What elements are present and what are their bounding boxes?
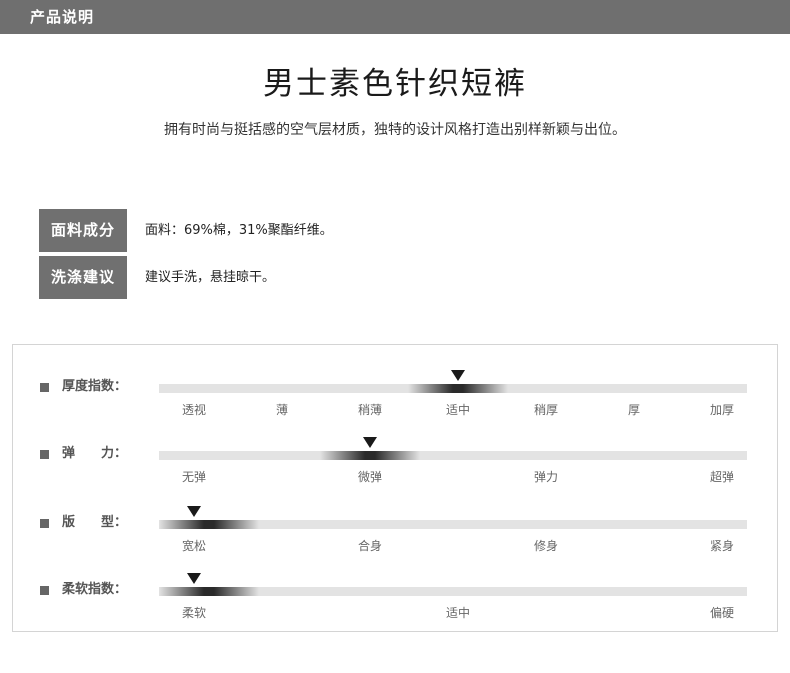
spec-label-fabric: 面料成分 [39, 209, 127, 252]
triangle-down-icon [451, 370, 465, 381]
scale-elasticity: 弹 力： 无弹 微弹 弹力 超弹 [13, 416, 779, 484]
scale-track-fit [159, 506, 747, 529]
scale-softness: 柔软指数： 柔软 适中 偏硬 [13, 552, 779, 620]
scale-tick-label: 柔软 [181, 606, 207, 620]
spec-label-washing: 洗涤建议 [39, 256, 127, 299]
scale-track-thickness [159, 370, 747, 393]
scale-level-marker [159, 587, 259, 596]
scale-level-marker [320, 451, 420, 460]
triangle-down-icon [363, 437, 377, 448]
section-header-title: 产品说明 [30, 8, 95, 26]
spec-value-washing: 建议手洗，悬挂晾干。 [145, 270, 276, 285]
product-title: 男士素色针织短裤 [263, 66, 527, 102]
scale-level-marker [408, 384, 508, 393]
scale-tick-label: 超弹 [709, 470, 735, 484]
scale-tick-label: 无弹 [181, 470, 207, 484]
scale-label-elasticity: 弹 力： [62, 446, 128, 461]
triangle-down-icon [187, 506, 201, 517]
scale-tick-label: 稍薄 [357, 403, 383, 417]
scale-tick-label: 紧身 [709, 539, 735, 553]
scale-thickness: 厚度指数： 透视 薄 稍薄 适中 稍厚 厚 加厚 [13, 349, 779, 417]
scale-tick-label: 偏硬 [709, 606, 735, 620]
scale-tick-label: 宽松 [181, 539, 207, 553]
spec-row-washing: 洗涤建议 建议手洗，悬挂晾干。 [39, 256, 759, 299]
spec-value-fabric: 面料：69%棉，31%聚酯纤维。 [145, 223, 333, 238]
scale-tick-label: 微弹 [357, 470, 383, 484]
scale-track-softness [159, 573, 747, 596]
scale-tick-label: 合身 [357, 539, 383, 553]
spec-row-fabric: 面料成分 面料：69%棉，31%聚酯纤维。 [39, 209, 759, 252]
scale-label-softness: 柔软指数： [62, 582, 128, 597]
scale-tick-label: 适中 [445, 403, 471, 417]
scale-tick-label: 厚 [627, 403, 641, 417]
scale-track-elasticity [159, 437, 747, 460]
scale-tick-label: 薄 [275, 403, 289, 417]
product-subtitle: 拥有时尚与挺括感的空气层材质，独特的设计风格打造出别样新颖与出位。 [164, 122, 626, 138]
square-bullet-icon [40, 586, 49, 595]
square-bullet-icon [40, 450, 49, 459]
scale-label-thickness: 厚度指数： [62, 379, 128, 394]
scale-level-marker [159, 520, 259, 529]
attribute-scale-panel: 厚度指数： 透视薄稍薄 适中 稍厚厚加厚 弹 力： 无弹 微弹 弹力 超弹 版 型： 宽松… [12, 344, 778, 632]
scale-tick-label: 稍厚 [533, 403, 559, 417]
scale-tick-label: 修身 [533, 539, 559, 553]
scale-tick-label: 弹力 [533, 470, 559, 484]
scale-fit: 版 型： 宽松 合身 修身 紧身 [13, 485, 779, 553]
scale-label-fit: 版 型： [62, 515, 128, 530]
square-bullet-icon [40, 519, 49, 528]
section-header-bar: 产品说明 [0, 0, 790, 34]
scale-tick-label: 适中 [445, 606, 471, 620]
triangle-down-icon [187, 573, 201, 584]
scale-tick-label: 透视 [181, 403, 207, 417]
scale-tick-label: 加厚 [709, 403, 735, 417]
square-bullet-icon [40, 383, 49, 392]
